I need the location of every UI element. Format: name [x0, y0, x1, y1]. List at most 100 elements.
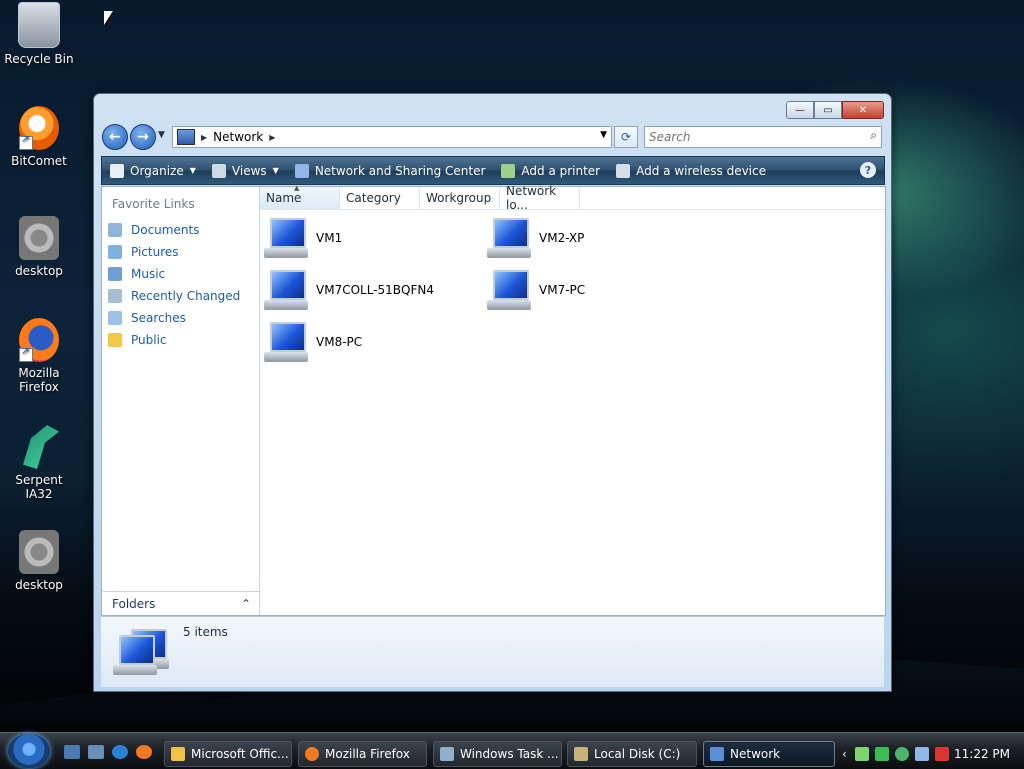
- tray-users-icon[interactable]: [894, 747, 909, 761]
- wireless-device-icon: [616, 163, 631, 178]
- history-dropdown-icon[interactable]: ▼: [158, 130, 165, 140]
- computer-item[interactable]: VM8-PC: [264, 319, 474, 365]
- close-button[interactable]: ✕: [842, 101, 884, 119]
- network-sharing-icon: [294, 163, 309, 178]
- bitcomet-icon: [19, 106, 59, 150]
- search-box[interactable]: ⌕: [644, 126, 882, 148]
- taskbar-button-label: Microsoft Offic...: [191, 747, 289, 761]
- sort-up-icon: ▲: [294, 184, 300, 192]
- search-input[interactable]: [645, 127, 851, 147]
- taskbar-button-label: Local Disk (C:): [594, 747, 681, 761]
- folders-label: Folders: [112, 596, 156, 611]
- column-header-category[interactable]: Category: [340, 187, 420, 209]
- search-icon[interactable]: ⌕: [870, 128, 877, 143]
- music-icon: [108, 267, 122, 281]
- organize-button[interactable]: Organize ▼: [102, 157, 204, 184]
- back-button[interactable]: ←: [102, 124, 128, 150]
- taskbar: Microsoft Offic... Mozilla Firefox Windo…: [0, 732, 1024, 769]
- window-controls: — ▭ ✕: [786, 101, 884, 119]
- views-icon: [211, 163, 226, 178]
- column-header-label: Workgroup: [426, 191, 492, 205]
- nav-link-documents[interactable]: Documents: [108, 219, 240, 241]
- computer-item[interactable]: VM7-PC: [487, 267, 697, 313]
- add-printer-button[interactable]: Add a printer: [493, 157, 608, 184]
- nav-link-public[interactable]: Public: [108, 329, 240, 351]
- nav-link-label: Searches: [131, 311, 186, 325]
- computer-icon: [264, 322, 308, 362]
- computer-name: VM1: [316, 231, 343, 245]
- column-header-network-location[interactable]: Network lo...: [500, 184, 580, 212]
- volume-muted-icon[interactable]: [934, 747, 949, 761]
- clock[interactable]: 11:22 PM: [954, 741, 1010, 767]
- chevron-down-icon: ▼: [189, 166, 196, 175]
- computer-item[interactable]: VM1: [264, 215, 474, 261]
- internet-explorer-icon[interactable]: [112, 745, 128, 759]
- maximize-button[interactable]: ▭: [814, 101, 842, 119]
- explorer-window: — ▭ ✕ ← → ▼ ▶ Network ▶ ▼ ⟳ ⌕ Organize ▼…: [93, 93, 892, 692]
- column-header-label: Category: [346, 191, 401, 205]
- nav-link-label: Recently Changed: [131, 289, 241, 303]
- views-label: Views: [231, 163, 267, 178]
- switch-windows-icon[interactable]: [88, 745, 104, 759]
- show-desktop-icon[interactable]: [64, 745, 80, 759]
- address-dropdown-icon[interactable]: ▼: [600, 130, 607, 140]
- address-bar[interactable]: ▶ Network ▶ ▼: [172, 126, 612, 148]
- organize-label: Organize: [130, 163, 184, 178]
- organize-icon: [110, 163, 124, 178]
- desktop-icon-bitcomet[interactable]: BitComet: [0, 106, 78, 168]
- network-tray-icon[interactable]: [914, 747, 929, 761]
- desktop-icon-firefox[interactable]: Mozilla Firefox: [0, 318, 78, 394]
- favorite-links-list: Documents Pictures Music Recently Change…: [108, 219, 240, 351]
- forward-button[interactable]: →: [130, 124, 156, 150]
- tray-expand-icon[interactable]: ‹: [842, 747, 847, 761]
- favorite-links-header: Favorite Links: [112, 197, 195, 211]
- settings-file-icon: [19, 530, 59, 574]
- taskbar-button-network[interactable]: Network: [703, 741, 835, 767]
- network-sharing-center-button[interactable]: Network and Sharing Center: [287, 157, 494, 184]
- desktop-icon-recycle-bin[interactable]: Recycle Bin: [0, 2, 78, 66]
- column-header-name[interactable]: ▲ Name: [260, 184, 340, 209]
- desktop-icon-label: Recycle Bin: [4, 52, 74, 66]
- computer-icon: [264, 218, 308, 258]
- column-header-workgroup[interactable]: Workgroup: [420, 187, 500, 209]
- add-wireless-device-button[interactable]: Add a wireless device: [608, 157, 774, 184]
- printer-icon: [501, 163, 516, 178]
- breadcrumb-separator-icon[interactable]: ▶: [269, 133, 275, 142]
- chevron-up-icon: ⌃: [240, 596, 251, 611]
- computer-name: VM8-PC: [316, 335, 363, 349]
- taskbar-button-task-manager[interactable]: Windows Task ...: [433, 741, 562, 767]
- task-manager-icon: [440, 747, 454, 761]
- add-printer-label: Add a printer: [521, 163, 601, 178]
- nav-link-music[interactable]: Music: [108, 263, 240, 285]
- desktop-icon-label: Serpent IA32: [15, 473, 63, 501]
- breadcrumb-separator-icon[interactable]: ▶: [201, 133, 207, 142]
- tray-app-icon[interactable]: [854, 747, 869, 761]
- taskbar-button-local-disk[interactable]: Local Disk (C:): [567, 741, 697, 767]
- help-icon[interactable]: ?: [860, 162, 876, 178]
- taskbar-button-label: Windows Task ...: [460, 747, 559, 761]
- folders-toggle[interactable]: Folders ⌃: [102, 591, 259, 615]
- breadcrumb-network[interactable]: Network: [213, 130, 263, 144]
- nav-link-recently-changed[interactable]: Recently Changed: [108, 285, 240, 307]
- tray-status-icon[interactable]: [874, 747, 889, 761]
- system-tray: ‹ 11:22 PM: [842, 741, 1024, 767]
- desktop-icon-serpent[interactable]: Serpent IA32: [0, 425, 78, 501]
- computer-item[interactable]: VM2-XP: [487, 215, 697, 261]
- desktop-icon-label: Mozilla Firefox: [18, 366, 60, 394]
- network-computers-icon: [113, 629, 169, 675]
- refresh-button[interactable]: ⟳: [614, 126, 638, 148]
- desktop-icon-desktop[interactable]: desktop: [0, 216, 78, 278]
- add-wireless-label: Add a wireless device: [636, 163, 766, 178]
- minimize-button[interactable]: —: [786, 101, 814, 119]
- taskbar-button-microsoft-office[interactable]: Microsoft Offic...: [164, 741, 292, 767]
- computer-item[interactable]: VM7COLL-51BQFN4: [264, 267, 474, 313]
- nav-link-pictures[interactable]: Pictures: [108, 241, 240, 263]
- desktop-icon-desktop-2[interactable]: desktop: [0, 530, 78, 592]
- taskbar-button-firefox[interactable]: Mozilla Firefox: [298, 741, 427, 767]
- address-row: ← → ▼ ▶ Network ▶ ▼ ⟳ ⌕: [102, 124, 883, 150]
- views-button[interactable]: Views ▼: [204, 157, 287, 184]
- firefox-quicklaunch-icon[interactable]: [136, 745, 152, 759]
- nav-link-searches[interactable]: Searches: [108, 307, 240, 329]
- start-button[interactable]: [8, 734, 50, 768]
- navigation-pane: Favorite Links Documents Pictures Music …: [102, 187, 260, 615]
